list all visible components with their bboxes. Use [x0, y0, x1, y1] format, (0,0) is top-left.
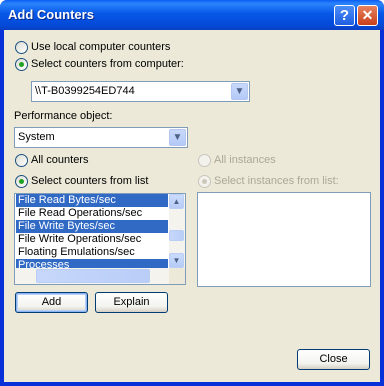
radio-all-counters[interactable] [15, 154, 28, 167]
help-icon: ? [339, 7, 350, 24]
horizontal-scroll-thumb[interactable] [36, 269, 150, 283]
computer-combo[interactable]: \\T-B0399254ED744 ▼ [31, 81, 250, 102]
title-close-button[interactable]: ✕ [357, 5, 378, 26]
select-counters-label: Select counters from list [31, 175, 149, 187]
counters-horizontal-scrollbar[interactable] [15, 268, 169, 284]
all-counters-label: All counters [31, 154, 89, 166]
radio-selected-dot [19, 62, 24, 67]
close-icon: ✕ [361, 7, 374, 23]
title-bar[interactable]: Add Counters ? ✕ [0, 0, 384, 30]
performance-object-combo[interactable]: System ▼ [14, 127, 188, 148]
counters-vertical-scrollbar[interactable]: ▲ ▼ [169, 194, 185, 268]
radio-local-label: Use local computer counters [31, 41, 171, 53]
counters-listbox[interactable]: File Read Bytes/sec File Read Operations/… [14, 193, 186, 285]
counter-list-item[interactable]: File Write Operations/sec [16, 233, 168, 246]
radio-select-instances [198, 175, 211, 188]
add-counters-dialog: Add Counters ? ✕ Use local computer coun… [0, 0, 384, 386]
radio-local-computer[interactable] [15, 41, 28, 54]
radio-select-counters[interactable] [15, 175, 28, 188]
help-button[interactable]: ? [334, 5, 355, 26]
add-button[interactable]: Add [15, 292, 88, 313]
radio-select-computer[interactable] [15, 58, 28, 71]
radio-selected-dot [19, 179, 24, 184]
chevron-down-icon[interactable]: ▼ [231, 83, 248, 100]
dialog-body: Use local computer counters Select count… [4, 30, 380, 382]
counter-list-item[interactable]: File Read Bytes/sec [16, 194, 168, 207]
chevron-down-icon[interactable]: ▼ [169, 129, 186, 146]
explain-button[interactable]: Explain [95, 292, 168, 313]
close-button[interactable]: Close [297, 349, 370, 370]
counter-list-item[interactable]: File Read Operations/sec [16, 207, 168, 220]
arrow-down-icon[interactable]: ▼ [169, 253, 184, 268]
performance-object-value: System [18, 131, 55, 143]
radio-select-computer-label: Select counters from computer: [31, 58, 184, 70]
vertical-scroll-thumb[interactable] [169, 230, 184, 241]
scroll-corner [169, 268, 185, 284]
select-instances-label: Select instances from list: [214, 175, 339, 187]
counter-list-item[interactable]: Floating Emulations/sec [16, 246, 168, 259]
radio-all-instances [198, 154, 211, 167]
radio-selected-dot [202, 179, 207, 184]
arrow-up-icon[interactable]: ▲ [169, 194, 184, 209]
computer-combo-value: \\T-B0399254ED744 [35, 85, 135, 97]
counter-list-item[interactable]: File Write Bytes/sec [16, 220, 168, 233]
dialog-title: Add Counters [8, 7, 94, 22]
instances-listbox[interactable] [197, 192, 371, 287]
performance-object-label: Performance object: [14, 110, 113, 122]
all-instances-label: All instances [214, 154, 276, 166]
